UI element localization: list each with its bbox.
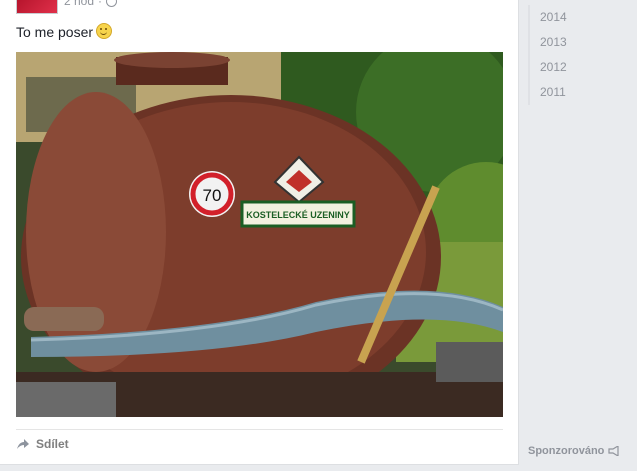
speed-limit-sign: 70 [203, 186, 222, 205]
feed-post: 2 hod · To me poser 70 KOSTELECKÉ UZENIN… [0, 0, 519, 465]
post-meta: 2 hod · [64, 0, 118, 8]
megaphone-icon [608, 446, 619, 456]
share-button[interactable]: Sdílet [16, 437, 69, 451]
year-link-2011[interactable]: 2011 [528, 80, 566, 105]
sponsored-header: Sponzorováno [528, 445, 620, 457]
share-label: Sdílet [36, 437, 69, 451]
meta-separator: · [98, 0, 103, 8]
smiley-face-icon [96, 23, 113, 39]
post-timestamp[interactable]: 2 hod [64, 0, 94, 8]
timeline-years: 2014 2013 2012 2011 [528, 5, 567, 105]
year-link-2014[interactable]: 2014 [528, 5, 567, 30]
post-message: To me poser [16, 23, 113, 40]
post-message-text: To me poser [16, 24, 94, 40]
post-divider [16, 429, 503, 430]
tank-trailer-photo: 70 KOSTELECKÉ UZENINY [16, 52, 503, 417]
year-link-2012[interactable]: 2012 [528, 55, 567, 80]
author-avatar[interactable] [16, 0, 58, 14]
year-link-2013[interactable]: 2013 [528, 30, 567, 55]
sponsored-label[interactable]: Sponzorováno [528, 445, 604, 457]
globe-icon[interactable] [106, 0, 118, 7]
post-photo[interactable]: 70 KOSTELECKÉ UZENINY [16, 52, 503, 417]
right-sidebar: 2014 2013 2012 2011 Sponzorováno [528, 0, 637, 471]
share-arrow-icon [17, 439, 29, 449]
brand-plate-text: KOSTELECKÉ UZENINY [246, 210, 350, 220]
